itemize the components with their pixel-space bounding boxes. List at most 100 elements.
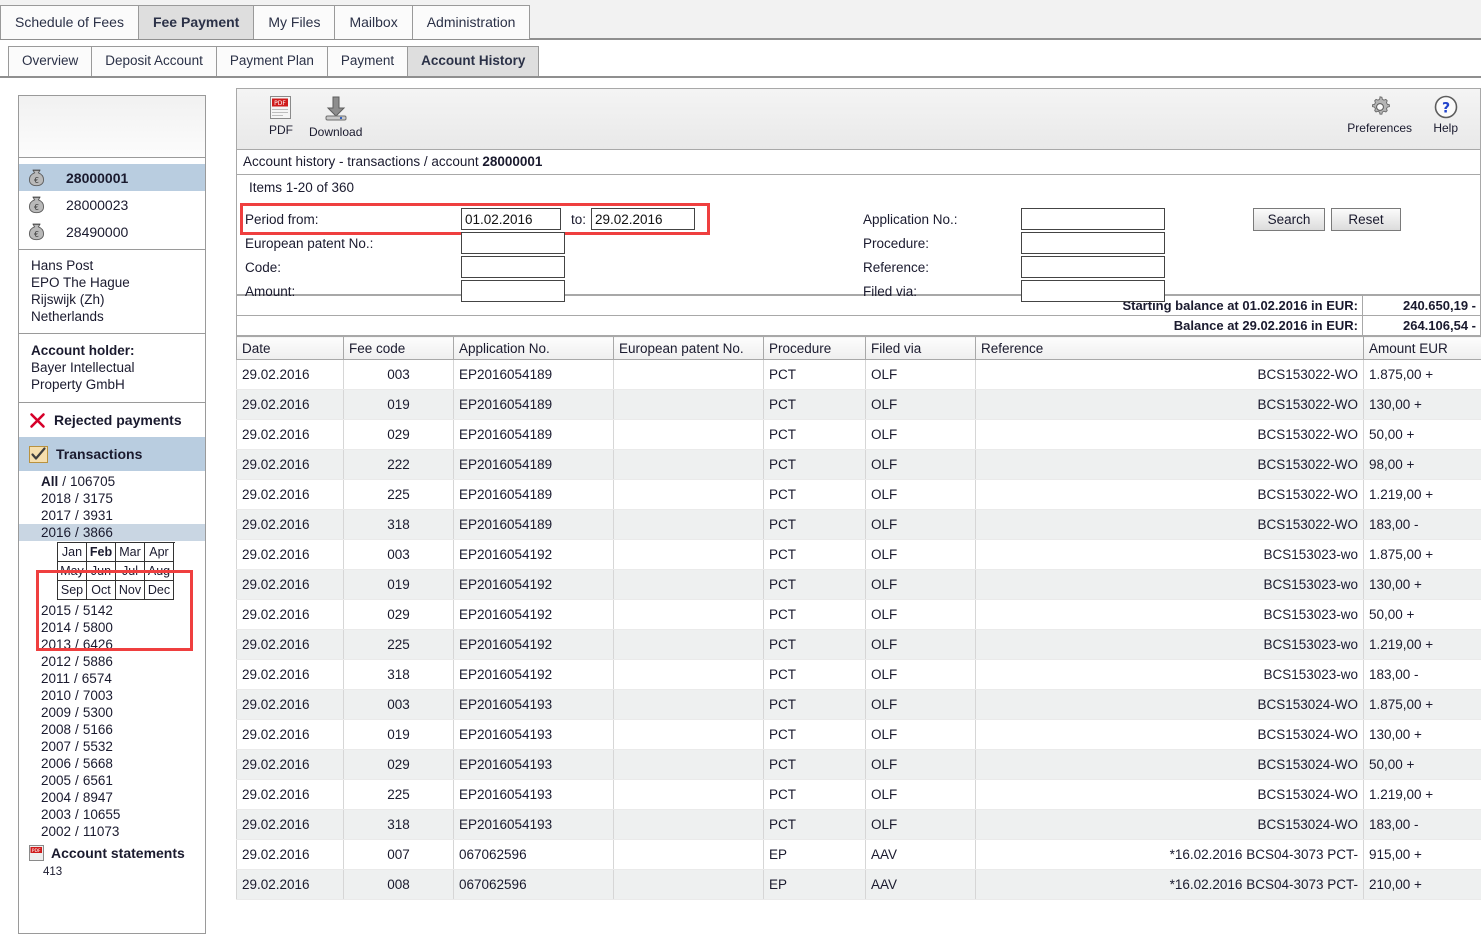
column-header-date[interactable]: Date [236,336,344,360]
sidebar-item-account-statements[interactable]: PDF Account statements [19,840,205,866]
table-row[interactable]: 29.02.2016 222 EP2016054189 PCT OLF BCS153022… [236,449,1481,480]
preferences-button[interactable]: Preferences [1347,95,1412,135]
download-button[interactable]: Download [309,95,362,139]
month-may[interactable]: May [58,562,87,581]
table-row[interactable]: 29.02.2016 318 EP2016054193 PCT OLF BCS153024… [236,809,1481,840]
table-row[interactable]: 29.02.2016 019 EP2016054193 PCT OLF BCS153024… [236,719,1481,750]
cell-procedure: PCT [763,749,866,780]
table-row[interactable]: 29.02.2016 318 EP2016054189 PCT OLF BCS153022… [236,509,1481,540]
cell-filed-via: OLF [865,809,976,840]
year-filter-2009[interactable]: 2009/5300 [19,704,205,721]
table-row[interactable]: 29.02.2016 318 EP2016054192 PCT OLF BCS153023… [236,659,1481,690]
year-filter-2011[interactable]: 2011/6574 [19,670,205,687]
code-label: Code: [245,260,282,275]
application-no-input[interactable] [1021,208,1165,230]
column-header-fee-code[interactable]: Fee code [343,336,454,360]
month-apr[interactable]: Apr [145,543,174,562]
year-filter-all[interactable]: All/106705 [19,473,205,490]
help-button[interactable]: ? Help [1433,95,1458,135]
month-dec[interactable]: Dec [145,581,174,600]
column-header-reference[interactable]: Reference [975,336,1364,360]
year-filter-2006[interactable]: 2006/5668 [19,755,205,772]
column-header-amount-eur[interactable]: Amount EUR [1363,336,1481,360]
month-aug[interactable]: Aug [145,562,174,581]
table-row[interactable]: 29.02.2016 007 067062596 EP AAV *16.02.2016 B… [236,839,1481,870]
sub-tab-payment-plan[interactable]: Payment Plan [215,46,328,76]
sub-tab-payment[interactable]: Payment [326,46,409,76]
sidebar-item-transactions[interactable]: Transactions [19,437,205,471]
main-tab-administration[interactable]: Administration [411,5,531,39]
year-filter-2015[interactable]: 2015/5142 [19,602,205,619]
main-tab-my-files[interactable]: My Files [253,5,336,39]
cell-application-no: EP2016054192 [453,659,614,690]
cell-reference: BCS153024-WO [975,719,1364,750]
reference-input[interactable] [1021,256,1165,278]
column-header-european-patent-no[interactable]: European patent No. [613,336,764,360]
year-filter-2005[interactable]: 2005/6561 [19,772,205,789]
reset-button[interactable]: Reset [1331,208,1401,231]
procedure-input[interactable] [1021,232,1165,254]
sidebar-account-28000023[interactable]: €28000023 [19,191,205,218]
year-filter-2003[interactable]: 2003/10655 [19,806,205,823]
year-filter-2016[interactable]: 2016/3866 [19,524,205,541]
sidebar-account-28000001[interactable]: €28000001 [19,164,205,191]
year-filter-2014[interactable]: 2014/5800 [19,619,205,636]
year-filter-2008[interactable]: 2008/5166 [19,721,205,738]
table-row[interactable]: 29.02.2016 003 EP2016054189 PCT OLF BCS153022… [236,359,1481,390]
amount-input[interactable] [461,280,565,302]
main-tab-schedule-of-fees[interactable]: Schedule of Fees [0,5,139,39]
table-row[interactable]: 29.02.2016 225 EP2016054192 PCT OLF BCS153023… [236,629,1481,660]
table-row[interactable]: 29.02.2016 003 EP2016054193 PCT OLF BCS153024… [236,689,1481,720]
month-feb[interactable]: Feb [87,543,116,562]
procedure-label: Procedure: [863,236,930,251]
search-button[interactable]: Search [1253,208,1325,231]
column-header-procedure[interactable]: Procedure [763,336,866,360]
account-number: 28000001 [66,169,129,186]
main-tab-fee-payment[interactable]: Fee Payment [137,5,255,39]
month-nov[interactable]: Nov [116,581,145,600]
cell-amount: 1.219,00 + [1363,779,1481,810]
sidebar-item-rejected-payments[interactable]: Rejected payments [19,403,205,437]
sub-tab-account-history[interactable]: Account History [407,46,540,76]
year-filter-2012[interactable]: 2012/5886 [19,653,205,670]
year-filter-2017[interactable]: 2017/3931 [19,507,205,524]
table-row[interactable]: 29.02.2016 029 EP2016054189 PCT OLF BCS153022… [236,419,1481,450]
table-row[interactable]: 29.02.2016 029 EP2016054193 PCT OLF BCS153024… [236,749,1481,780]
month-jul[interactable]: Jul [116,562,145,581]
year-filter-2007[interactable]: 2007/5532 [19,738,205,755]
filed-via-input[interactable] [1021,280,1165,302]
table-row[interactable]: 29.02.2016 019 EP2016054189 PCT OLF BCS153022… [236,389,1481,420]
year-filter-2013[interactable]: 2013/6426 [19,636,205,653]
column-header-application-no[interactable]: Application No. [453,336,614,360]
sidebar-account-28490000[interactable]: €28490000 [19,218,205,245]
month-mar[interactable]: Mar [116,543,145,562]
month-oct[interactable]: Oct [87,581,116,600]
month-jan[interactable]: Jan [58,543,87,562]
sub-tab-deposit-account[interactable]: Deposit Account [91,46,217,76]
main-tab-mailbox[interactable]: Mailbox [334,5,413,39]
main-tab-bar: Schedule of Fees Fee Payment My Files Mailb… [0,0,1481,40]
table-row[interactable]: 29.02.2016 003 EP2016054192 PCT OLF BCS153023… [236,539,1481,570]
sub-tab-overview[interactable]: Overview [8,46,93,76]
table-row[interactable]: 29.02.2016 225 EP2016054193 PCT OLF BCS153024… [236,779,1481,810]
period-from-input[interactable] [461,208,561,230]
table-row[interactable]: 29.02.2016 029 EP2016054192 PCT OLF BCS153023… [236,599,1481,630]
year-filter-2018[interactable]: 2018/3175 [19,490,205,507]
address-line-1: Hans Post [31,258,94,273]
year-filter-2002[interactable]: 2002/11073 [19,823,205,840]
code-input[interactable] [461,256,565,278]
cell-fee-code: 318 [343,809,454,840]
table-row[interactable]: 29.02.2016 008 067062596 EP AAV *16.02.2016 B… [236,869,1481,900]
year-filter-2004[interactable]: 2004/8947 [19,789,205,806]
pdf-button[interactable]: PDF PDF [269,95,293,137]
cell-application-no: 067062596 [453,839,614,870]
european-patent-input[interactable] [461,232,565,254]
month-jun[interactable]: Jun [87,562,116,581]
period-to-input[interactable] [591,208,695,230]
column-header-filed-via[interactable]: Filed via [865,336,976,360]
month-sep[interactable]: Sep [58,581,87,600]
year-count: 11073 [82,824,120,839]
table-row[interactable]: 29.02.2016 019 EP2016054192 PCT OLF BCS153023… [236,569,1481,600]
table-row[interactable]: 29.02.2016 225 EP2016054189 PCT OLF BCS153022… [236,479,1481,510]
year-filter-2010[interactable]: 2010/7003 [19,687,205,704]
